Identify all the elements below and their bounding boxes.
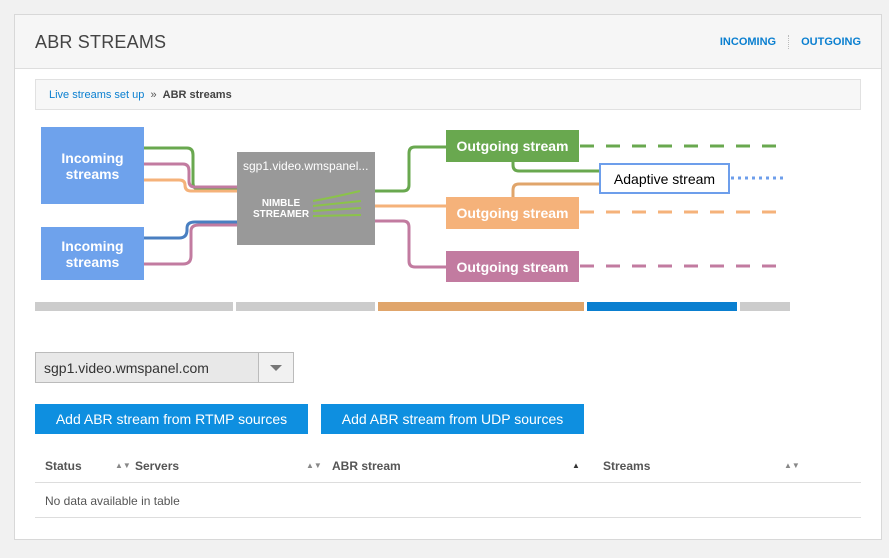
- table-header: Status ▲▼ Servers ▲▼ ABR stream ▲ Stream…: [35, 450, 861, 483]
- abr-streams-table: Status ▲▼ Servers ▲▼ ABR stream ▲ Stream…: [35, 450, 861, 518]
- abr-diagram: Incoming streams Incoming streams sgp1.v…: [35, 127, 790, 311]
- line-green-to-adaptive: [511, 161, 600, 173]
- bar-segment-2: [236, 302, 375, 311]
- outgoing-green-label: Outgoing stream: [456, 138, 568, 154]
- incoming-1-label-line2: streams: [66, 166, 120, 182]
- sort-icon[interactable]: ▲▼: [306, 461, 322, 470]
- col-servers[interactable]: Servers: [135, 459, 179, 473]
- col-abr-stream[interactable]: ABR stream: [332, 459, 401, 473]
- server-select[interactable]: sgp1.video.wmspanel.com: [35, 352, 294, 383]
- add-abr-rtmp-button[interactable]: Add ABR stream from RTMP sources: [35, 404, 308, 434]
- line-out-pink: [375, 219, 447, 269]
- sort-icon[interactable]: ▲▼: [784, 461, 800, 470]
- empty-table-message: No data available in table: [45, 494, 180, 508]
- server-select-value: sgp1.video.wmspanel.com: [44, 360, 209, 376]
- adaptive-stream-label: Adaptive stream: [614, 171, 715, 187]
- line-in2-pink: [143, 223, 237, 266]
- line-out-green: [375, 145, 447, 193]
- line-in1-pink: [143, 162, 237, 189]
- chevron-down-icon[interactable]: [258, 353, 293, 382]
- col-status[interactable]: Status: [45, 459, 82, 473]
- table-body: No data available in table: [35, 483, 861, 518]
- col-streams[interactable]: Streams: [603, 459, 650, 473]
- incoming-1-label-line1: Incoming: [61, 150, 123, 166]
- sort-icon[interactable]: ▲▼: [115, 461, 131, 470]
- sort-asc-icon[interactable]: ▲: [572, 461, 580, 470]
- line-orange-to-adaptive: [511, 182, 600, 199]
- bar-segment-4: [587, 302, 737, 311]
- bar-segment-1: [35, 302, 233, 311]
- nimble-logo-line2: STREAMER: [253, 209, 310, 220]
- incoming-2-label-line1: Incoming: [61, 238, 123, 254]
- outgoing-orange-label: Outgoing stream: [456, 205, 568, 221]
- nimble-logo-line1: NIMBLE: [262, 198, 301, 209]
- bar-segment-3: [378, 302, 584, 311]
- abr-streams-panel: ABR STREAMS INCOMING OUTGOING Live stream…: [14, 14, 882, 540]
- add-abr-udp-button[interactable]: Add ABR stream from UDP sources: [321, 404, 584, 434]
- incoming-2-label-line2: streams: [66, 254, 120, 270]
- outgoing-pink-label: Outgoing stream: [456, 259, 568, 275]
- bar-segment-5: [740, 302, 790, 311]
- server-name: sgp1.video.wmspanel...: [243, 159, 368, 173]
